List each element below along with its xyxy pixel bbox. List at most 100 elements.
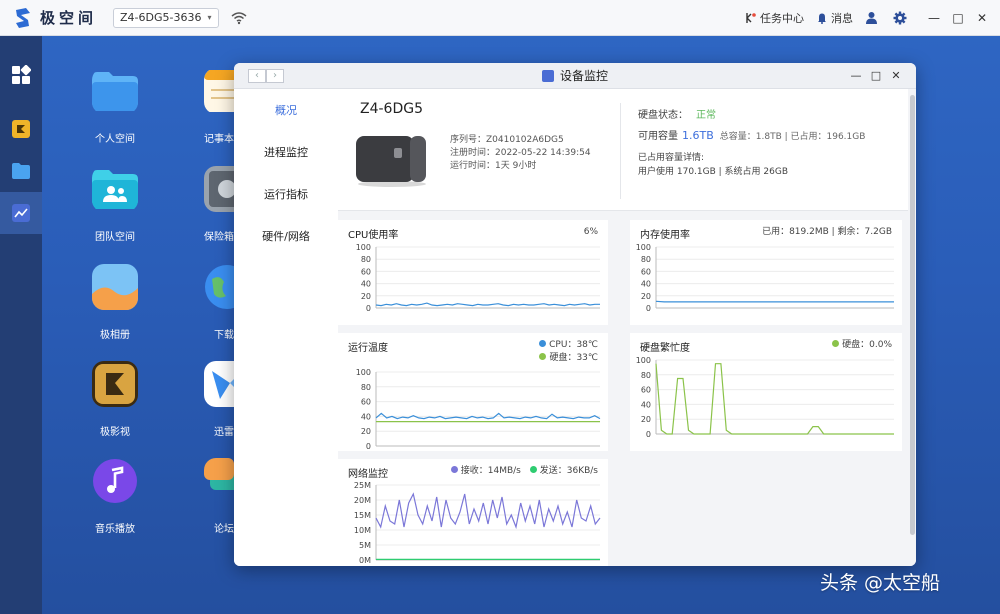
used-detail: 用户使用 170.1GB | 系统占用 26GB — [638, 167, 788, 177]
window-minimize-icon[interactable]: — — [846, 69, 866, 82]
dock-files[interactable] — [0, 150, 42, 192]
nav-hardware-network[interactable]: 硬件/网络 — [234, 215, 338, 257]
dock-apps[interactable] — [0, 54, 42, 96]
nav-overview[interactable]: 概况 — [234, 89, 338, 131]
legend-cpu: CPU：38℃ — [549, 340, 598, 350]
y-tick-label: 60 — [361, 398, 371, 407]
xunlei-icon — [204, 361, 234, 407]
y-tick-label: 80 — [361, 383, 371, 392]
dock-monitor[interactable] — [0, 192, 42, 234]
recv-dot — [450, 466, 458, 473]
app-safe[interactable]: 保险箱 — [190, 166, 234, 243]
left-dock — [0, 36, 42, 614]
chevron-down-icon: ▾ — [207, 13, 212, 22]
y-tick-label: 80 — [641, 255, 651, 264]
chart-legend: 硬盘：0.0% — [832, 339, 892, 352]
scrollbar[interactable] — [908, 89, 916, 566]
globe-icon — [205, 265, 234, 309]
app-xunlei[interactable]: 迅雷 — [190, 361, 234, 438]
back-arrow-icon[interactable]: ‹ — [248, 68, 266, 83]
folder-icon — [12, 163, 30, 179]
device-summary: Z4-6DG5 序列号：Z0410102A6DG5 注册时间：2022-05-2… — [338, 89, 908, 211]
overview-content: Z4-6DG5 序列号：Z0410102A6DG5 注册时间：2022-05-2… — [338, 89, 908, 566]
app-music[interactable]: 音乐播放 — [75, 458, 155, 535]
music-icon — [93, 459, 137, 503]
user-button[interactable] — [865, 11, 881, 24]
monitor-app-icon — [541, 69, 554, 82]
app-label: 团队空间 — [95, 232, 135, 243]
folder-icon — [92, 72, 138, 111]
user-icon — [866, 12, 877, 24]
messages-label: 消息 — [831, 11, 853, 25]
y-tick-label: 60 — [641, 267, 651, 276]
cpu-dot — [539, 340, 547, 347]
y-tick-label: 0M — [359, 556, 371, 565]
divider — [620, 103, 621, 199]
disk-status-label: 硬盘状态： — [638, 110, 688, 121]
app-team-space[interactable]: 团队空间 — [75, 166, 155, 243]
y-tick-label: 20 — [361, 427, 371, 436]
y-tick-label: 5M — [359, 541, 371, 550]
window-maximize-icon[interactable]: □ — [866, 69, 886, 82]
series-line — [655, 300, 894, 303]
cpu-usage-panel: 100 80 60 40 20 0 CPU使用率 6% — [338, 220, 608, 325]
gear-icon — [893, 11, 907, 24]
disk-dot — [539, 353, 547, 360]
media-icon — [12, 120, 30, 138]
watermark-text: 头条 @太空船 — [820, 572, 941, 594]
task-center-button[interactable]: 任务中心 — [745, 10, 804, 26]
bell-icon — [818, 13, 826, 24]
device-selector[interactable]: Z4-6DG5-3636 ▾ — [113, 7, 219, 28]
y-tick-label: 20 — [641, 415, 651, 424]
app-personal-space[interactable]: 个人空间 — [75, 68, 155, 145]
chart-title: 运行温度 — [348, 343, 388, 354]
window-title: 设备监控 — [559, 69, 608, 83]
top-bar: 极空间 Z4-6DG5-3636 ▾ 任务中心 消息 — □ ✕ — [0, 0, 1000, 36]
chart-legend: 已用：819.2MB | 剩余：7.2GB — [762, 227, 892, 237]
app-video[interactable]: 极影视 — [75, 361, 155, 438]
y-tick-label: 80 — [641, 371, 651, 380]
scrollbar-thumb[interactable] — [910, 95, 915, 535]
serial-number: 序列号：Z0410102A6DG5 — [450, 135, 564, 145]
network-panel: 25M 20M 15M 10M 5M 0M 网络监控 接收：14MB/s 发送：36KB/… — [338, 459, 608, 566]
maximize-icon[interactable]: □ — [946, 11, 970, 25]
brand-logo: 极空间 — [14, 7, 97, 29]
minimize-icon[interactable]: — — [922, 11, 946, 25]
device-title: Z4-6DG5 — [360, 101, 423, 117]
grid-icon — [12, 65, 31, 84]
app-notes[interactable]: 记事本 — [190, 68, 234, 145]
app-photos[interactable]: 极相册 — [75, 264, 155, 341]
device-monitor-window: ‹ › 设备监控 — □ ✕ 概况 进程监控 运行指标 硬件/网络 Z4-6DG… — [234, 63, 916, 566]
used-detail-label: 已占用容量详情: — [638, 153, 705, 163]
nav-process-monitor[interactable]: 进程监控 — [234, 131, 338, 173]
app-download[interactable]: 下载 — [190, 264, 234, 341]
close-icon[interactable]: ✕ — [970, 11, 994, 25]
legend-recv: 接收：14MB/s — [460, 466, 521, 476]
uptime: 运行时间：1天 9小时 — [450, 161, 537, 171]
window-titlebar[interactable]: ‹ › 设备监控 — □ ✕ — [234, 63, 916, 89]
disk-status-value: 正常 — [696, 110, 716, 121]
nav-runtime-metrics[interactable]: 运行指标 — [234, 173, 338, 215]
app-label: 个人空间 — [95, 134, 135, 145]
messages-button[interactable]: 消息 — [816, 10, 853, 26]
y-tick-label: 20 — [361, 292, 371, 301]
y-tick-label: 0 — [646, 304, 651, 313]
y-tick-label: 10M — [354, 526, 371, 535]
app-label: 论坛 — [214, 524, 234, 535]
brand-name: 极空间 — [40, 9, 98, 27]
y-tick-label: 60 — [641, 386, 651, 395]
window-close-icon[interactable]: ✕ — [886, 69, 906, 82]
y-tick-label: 40 — [641, 280, 651, 289]
side-nav: 概况 进程监控 运行指标 硬件/网络 — [234, 89, 338, 566]
dock-media[interactable] — [0, 108, 42, 150]
series-line — [375, 302, 600, 307]
wifi-icon — [231, 11, 246, 24]
device-info: 序列号：Z0410102A6DG5 注册时间：2022-05-22 14:39:… — [450, 134, 591, 173]
y-tick-label: 0 — [366, 304, 371, 313]
task-icon — [746, 12, 756, 23]
forward-arrow-icon[interactable]: › — [266, 68, 284, 83]
logo-icon — [16, 7, 30, 28]
app-forum[interactable]: 论坛 — [190, 458, 234, 535]
settings-button[interactable] — [893, 11, 910, 25]
team-folder-icon — [92, 170, 138, 209]
